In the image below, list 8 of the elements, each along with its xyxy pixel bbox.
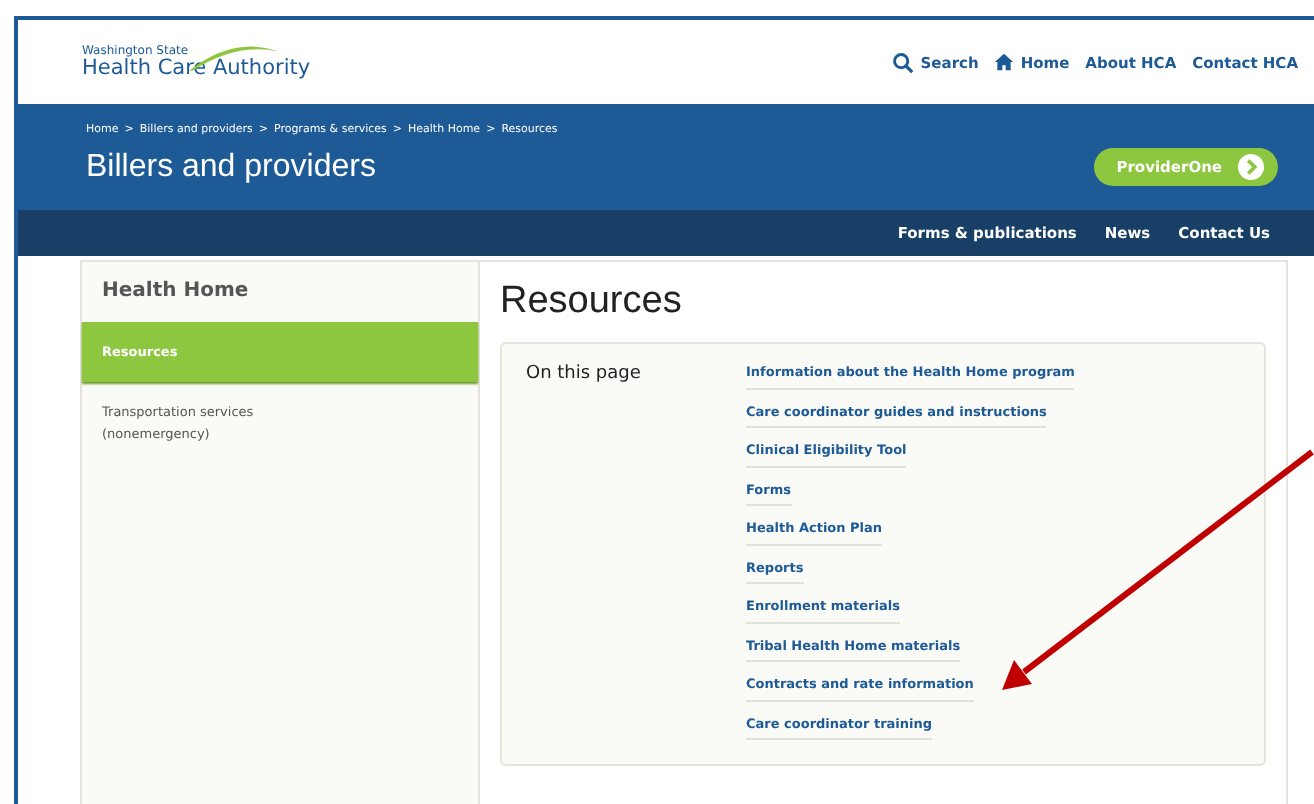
home-icon <box>994 52 1015 72</box>
page-title: Resources <box>500 280 684 324</box>
search-icon <box>892 51 915 73</box>
section-title: Billers and providers <box>86 149 376 185</box>
logo-name[interactable]: Health Care Authority <box>82 57 311 79</box>
chevron-circle-icon <box>1238 154 1264 180</box>
on-this-page-label: On this page <box>526 364 643 388</box>
sidebar-title: Health Home <box>100 278 251 306</box>
